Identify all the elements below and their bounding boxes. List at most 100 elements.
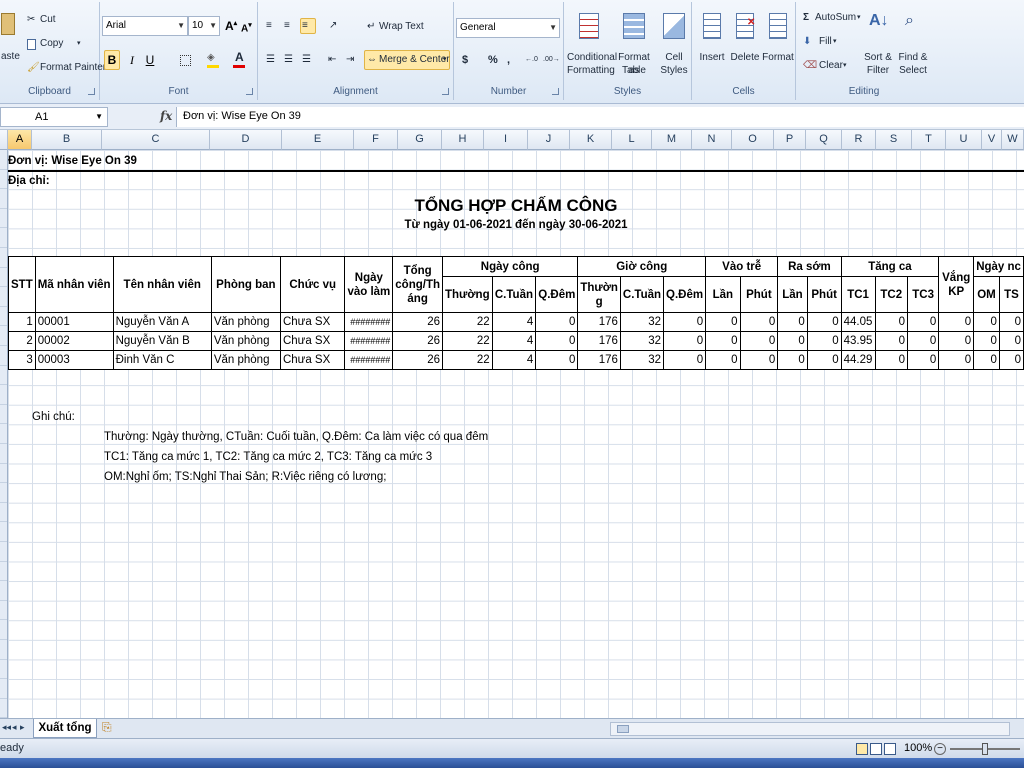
currency-button[interactable]: $: [458, 52, 476, 68]
column-header-b[interactable]: B: [32, 130, 102, 150]
column-header-s[interactable]: S: [876, 130, 912, 150]
cell-rs-lan[interactable]: 0: [777, 331, 808, 351]
column-header-l[interactable]: L: [612, 130, 652, 150]
column-header-q[interactable]: Q: [806, 130, 842, 150]
increase-indent-button[interactable]: ⇥: [344, 52, 360, 68]
align-bottom-button[interactable]: ≡: [300, 18, 316, 34]
header-gc-thuong[interactable]: Thườn g: [577, 276, 621, 313]
header-tc1[interactable]: TC1: [840, 276, 876, 313]
select-all-corner[interactable]: [0, 130, 8, 150]
dialog-launcher-icon[interactable]: [442, 88, 449, 95]
row-header[interactable]: [0, 601, 7, 621]
header-phong-ban[interactable]: Phòng ban: [210, 256, 281, 313]
cell-vt-phut[interactable]: 0: [739, 331, 779, 351]
wrap-text-button[interactable]: ↵ Wrap Text: [364, 18, 432, 36]
cell-nc-thuong[interactable]: 22: [442, 331, 493, 351]
autosum-button[interactable]: Σ AutoSum ▾: [800, 10, 861, 26]
column-header-a[interactable]: A: [8, 130, 32, 150]
row-header[interactable]: [0, 660, 7, 680]
cell-rs-phut[interactable]: 0: [806, 312, 842, 332]
row-header[interactable]: [0, 268, 7, 288]
cell-tc3[interactable]: 0: [907, 331, 940, 351]
note-line-3[interactable]: OM:Nghỉ ốm; TS:Nghỉ Thai Sản; R:Việc riê…: [104, 468, 386, 486]
header-rs-phut[interactable]: Phút: [806, 276, 842, 313]
cell-ma[interactable]: 00003: [34, 350, 114, 370]
cell-ts[interactable]: 0: [998, 312, 1024, 332]
zoom-level[interactable]: 100%: [904, 742, 932, 754]
orientation-button[interactable]: ↗: [326, 18, 350, 34]
column-header-w[interactable]: W: [1002, 130, 1024, 150]
decrease-decimal-button[interactable]: .00→: [542, 52, 560, 68]
header-rs-lan[interactable]: Lần: [777, 276, 808, 313]
row-header[interactable]: [0, 483, 7, 503]
cell-ten[interactable]: Nguyễn Văn B: [112, 331, 212, 351]
cell-chucvu[interactable]: Chưa SX: [279, 312, 346, 332]
cell-gc-ctuan[interactable]: 32: [619, 331, 665, 351]
column-header-i[interactable]: I: [484, 130, 528, 150]
cell-ten[interactable]: Đinh Văn C: [112, 350, 212, 370]
cell-stt[interactable]: 3: [8, 350, 36, 370]
cell-vt-lan[interactable]: 0: [705, 350, 741, 370]
cell-styles-button[interactable]: Cell Styles: [656, 6, 690, 80]
borders-button[interactable]: [176, 50, 198, 70]
font-color-button[interactable]: A: [230, 50, 252, 70]
conditional-formatting-button[interactable]: Conditional Formatting: [566, 6, 617, 80]
cell-tong[interactable]: 26: [392, 312, 443, 332]
sheet-tab-xuat-tong[interactable]: Xuất tổng: [33, 719, 97, 738]
cell-tc1[interactable]: 44.29: [840, 350, 876, 370]
dialog-launcher-icon[interactable]: [246, 88, 253, 95]
delete-button[interactable]: ✕ Delete: [728, 6, 760, 80]
header-ma-nhan-vien[interactable]: Mã nhân viên: [34, 256, 114, 313]
clear-button[interactable]: ⌫ Clear ▾: [800, 58, 850, 74]
cell-nc-ctuan[interactable]: 4: [491, 350, 537, 370]
row-header[interactable]: [0, 522, 7, 542]
normal-view-icon[interactable]: [856, 743, 868, 755]
header-nc-qdem[interactable]: Q.Đêm: [535, 276, 579, 313]
row-header[interactable]: [0, 150, 7, 170]
cell-vt-lan[interactable]: 0: [705, 331, 741, 351]
cell-nc-thuong[interactable]: 22: [442, 350, 493, 370]
header-tong-cong[interactable]: Tổng công/Th áng: [392, 256, 443, 313]
cell-gc-ctuan[interactable]: 32: [619, 312, 665, 332]
cell-om[interactable]: 0: [973, 312, 1000, 332]
fill-color-button[interactable]: ◈: [204, 50, 226, 70]
column-header-g[interactable]: G: [398, 130, 442, 150]
align-left-button[interactable]: ☰: [264, 52, 280, 68]
header-vt-phut[interactable]: Phút: [739, 276, 779, 313]
cell-chucvu[interactable]: Chưa SX: [279, 331, 346, 351]
cell-tc3[interactable]: 0: [907, 312, 940, 332]
cell-ma[interactable]: 00002: [34, 331, 114, 351]
column-header-t[interactable]: T: [912, 130, 946, 150]
column-header-u[interactable]: U: [946, 130, 982, 150]
header-gc-qdem[interactable]: Q.Đêm: [663, 276, 707, 313]
cell-nc-ctuan[interactable]: 4: [491, 331, 537, 351]
row-header[interactable]: [0, 464, 7, 484]
header-nc-thuong[interactable]: Thường: [442, 276, 493, 313]
shrink-font-button[interactable]: A▾: [240, 20, 254, 34]
page-layout-view-icon[interactable]: [870, 743, 882, 755]
align-top-button[interactable]: ≡: [264, 18, 280, 34]
zoom-out-icon[interactable]: −: [934, 743, 946, 755]
row-header[interactable]: [0, 699, 7, 718]
row-header[interactable]: [0, 385, 7, 405]
row-header[interactable]: [0, 542, 7, 562]
cell-phong[interactable]: Văn phòng: [210, 312, 281, 332]
column-header-j[interactable]: J: [528, 130, 570, 150]
column-header-p[interactable]: P: [774, 130, 806, 150]
row-header[interactable]: [0, 326, 7, 346]
cell-tc1[interactable]: 43.95: [840, 331, 876, 351]
insert-function-button[interactable]: fx: [160, 109, 172, 123]
find-select-button[interactable]: ⌕ Find & Select: [894, 6, 930, 80]
header-tc3[interactable]: TC3: [907, 276, 940, 313]
header-stt[interactable]: STT: [8, 256, 36, 313]
row-header[interactable]: [0, 424, 7, 444]
dialog-launcher-icon[interactable]: [88, 88, 95, 95]
header-tang-ca[interactable]: Tăng ca: [840, 256, 940, 277]
column-header-m[interactable]: M: [652, 130, 692, 150]
cell-tong[interactable]: 26: [392, 331, 443, 351]
format-as-table-button[interactable]: Format as Table: [612, 6, 654, 80]
cell-chucvu[interactable]: Chưa SX: [279, 350, 346, 370]
cell-tc3[interactable]: 0: [907, 350, 940, 370]
cell-nc-qdem[interactable]: 0: [535, 350, 579, 370]
column-header-f[interactable]: F: [354, 130, 398, 150]
